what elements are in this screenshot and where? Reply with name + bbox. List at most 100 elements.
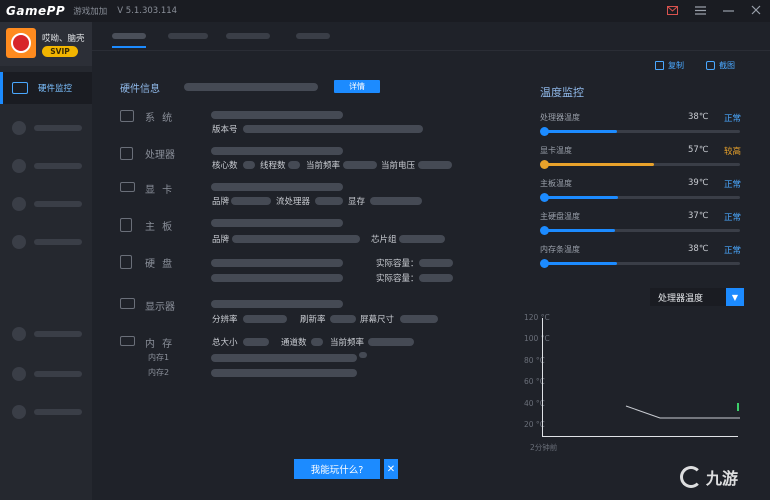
user-card[interactable]: 哎呦、脑壳 SVIP xyxy=(0,22,92,66)
gpu-label: 显 卡 xyxy=(145,185,175,196)
field-chipset: 芯片组 xyxy=(371,235,397,245)
minimize-icon[interactable] xyxy=(722,4,734,16)
temperature-bar xyxy=(540,127,740,136)
tab-3[interactable] xyxy=(226,33,270,39)
active-indicator xyxy=(0,72,3,104)
total-placeholder xyxy=(243,338,269,346)
field-version: 版本号 xyxy=(212,125,238,135)
temperature-label: 主硬盘温度 xyxy=(540,212,580,221)
tab-1[interactable] xyxy=(112,33,146,39)
nav-label-placeholder xyxy=(34,201,82,207)
chart-y-tick: 120 °C xyxy=(524,313,550,322)
temperature-value: 39℃ xyxy=(688,178,709,188)
nav-icon xyxy=(12,405,26,419)
temperature-label: 处理器温度 xyxy=(540,113,580,122)
sidebar-item[interactable] xyxy=(0,324,92,344)
tab-4[interactable] xyxy=(296,33,330,39)
channels-placeholder xyxy=(311,338,323,346)
motherboard-icon xyxy=(120,218,132,232)
temperature-knob xyxy=(540,226,549,235)
chart-line xyxy=(625,403,740,419)
copy-button[interactable]: 复制 xyxy=(655,60,684,71)
temperature-status: 正常 xyxy=(724,213,742,223)
temperature-label: 内存条温度 xyxy=(540,245,580,254)
temperature-bar xyxy=(540,160,740,169)
watermark-logo-icon xyxy=(680,466,702,488)
copy-icon xyxy=(655,61,664,70)
board-brand-placeholder xyxy=(232,235,360,243)
avatar[interactable] xyxy=(6,28,36,58)
chart-y-axis xyxy=(542,318,543,436)
refresh-placeholder xyxy=(330,315,356,323)
sidebar-item[interactable] xyxy=(0,232,92,252)
nav-icon xyxy=(12,197,26,211)
chevron-down-icon[interactable]: ▼ xyxy=(726,288,744,306)
sensor-select[interactable]: 处理器温度 ▼ xyxy=(650,288,744,306)
temperature-knob xyxy=(540,160,549,169)
field-capacity-1: 实际容量： xyxy=(376,259,419,269)
sidebar-item[interactable] xyxy=(0,156,92,176)
nav-icon xyxy=(12,367,26,381)
temperature-title: 温度监控 xyxy=(540,86,584,99)
temperature-label: 显卡温度 xyxy=(540,146,572,155)
temperature-label: 主板温度 xyxy=(540,179,572,188)
field-shaders: 流处理器 xyxy=(276,197,311,207)
disk-label: 硬 盘 xyxy=(145,259,175,270)
temperature-status: 正常 xyxy=(724,114,742,124)
avatar-face-icon xyxy=(11,33,31,53)
sidebar-item[interactable] xyxy=(0,194,92,214)
disk2-name-placeholder xyxy=(211,274,343,282)
sidebar-item[interactable] xyxy=(0,118,92,138)
user-name: 哎呦、脑壳 xyxy=(42,34,85,44)
temperature-status: 较高 xyxy=(724,147,742,157)
temperature-value: 57℃ xyxy=(688,145,709,155)
watermark: 九游 xyxy=(680,462,766,492)
memory-label: 内 存 xyxy=(145,339,175,350)
temperature-bar-fill xyxy=(544,163,654,166)
sidebar-item[interactable] xyxy=(0,364,92,384)
chipset-placeholder xyxy=(399,235,445,243)
cpu-icon xyxy=(120,147,133,160)
board-name-placeholder xyxy=(211,219,343,227)
app-logo: GamePP xyxy=(6,4,66,18)
field-total: 总大小 xyxy=(212,338,238,348)
menu-icon[interactable] xyxy=(694,4,706,16)
temperature-value: 38℃ xyxy=(688,244,709,254)
field-threads: 线程数 xyxy=(260,161,286,171)
gpu-brand-placeholder xyxy=(231,197,271,205)
nav-label-placeholder xyxy=(34,371,82,377)
what-can-i-play-button[interactable]: 我能玩什么? xyxy=(294,459,380,479)
vram-placeholder xyxy=(370,197,422,205)
close-icon[interactable] xyxy=(750,4,762,16)
dismiss-button[interactable]: ✕ xyxy=(384,459,398,479)
nav-label-placeholder xyxy=(34,409,82,415)
nav-label-placeholder xyxy=(34,125,82,131)
nav-label-placeholder xyxy=(34,331,82,337)
capacity2-placeholder xyxy=(419,274,453,282)
chart-series-line xyxy=(625,405,740,419)
tab-2[interactable] xyxy=(168,33,208,39)
sidebar-item-label: 硬件监控 xyxy=(38,84,73,94)
sidebar-item-hardware-monitor[interactable]: 硬件监控 xyxy=(0,72,92,104)
mail-icon[interactable] xyxy=(666,4,678,16)
screenshot-button[interactable]: 截图 xyxy=(706,60,735,71)
screenshot-label: 截图 xyxy=(719,61,735,70)
field-screen-size: 屏幕尺寸 xyxy=(360,315,395,325)
sidebar: 哎呦、脑壳 SVIP 硬件监控 xyxy=(0,22,92,500)
top-tabs xyxy=(92,22,770,50)
cpu-label: 处理器 xyxy=(145,150,175,161)
nav-label-placeholder xyxy=(34,163,82,169)
slot1-extra-placeholder xyxy=(359,352,367,358)
cpu-name-placeholder xyxy=(211,147,343,155)
temperature-value: 38℃ xyxy=(688,112,709,122)
detail-button[interactable]: 详情 xyxy=(334,80,380,93)
sidebar-item[interactable] xyxy=(0,402,92,422)
monitor-label: 显示器 xyxy=(145,302,175,313)
temperature-knob xyxy=(540,259,549,268)
active-tab-indicator xyxy=(112,46,146,48)
memory-slot-1-label: 内存1 xyxy=(148,353,170,362)
chart-current-marker xyxy=(737,403,739,411)
memory-slot-2-label: 内存2 xyxy=(148,368,170,377)
threads-placeholder xyxy=(288,161,300,169)
app-subtitle: 游戏加加 xyxy=(73,7,108,17)
